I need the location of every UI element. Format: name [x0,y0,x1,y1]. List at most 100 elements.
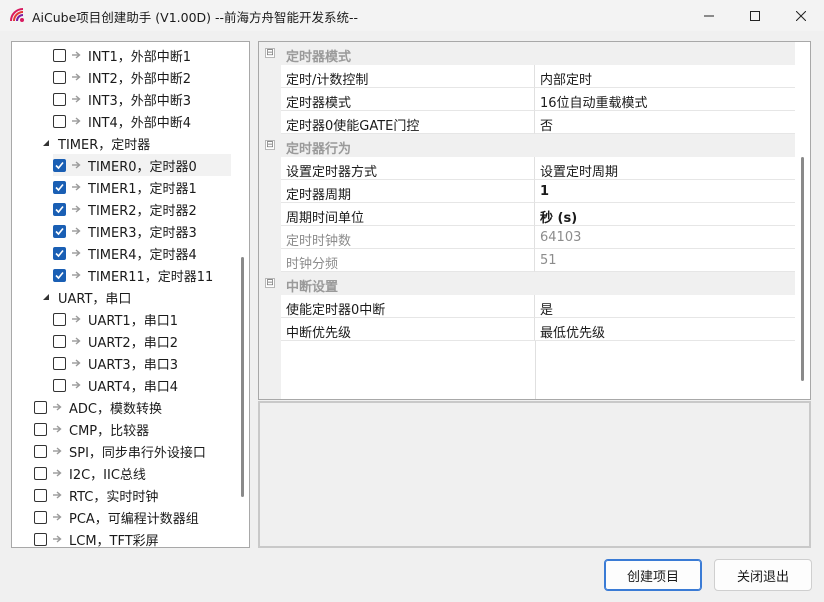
minimize-button[interactable] [686,0,732,31]
tree-item[interactable]: TIMER11，定时器11 [53,264,213,286]
window-title: AiCube项目创建助手 (V1.00D) --前海方舟智能开发系统-- [32,10,359,25]
tree-item-label: TIMER4，定时器4 [88,247,197,263]
tree-item[interactable]: PCA，可编程计数器组 [34,506,199,528]
arrow-right-icon [51,445,63,457]
property-name: 定时/计数控制 [281,65,535,88]
arrow-right-icon [70,313,82,325]
tree-item-label: UART1，串口1 [88,313,178,329]
property-row[interactable]: 定时时钟数 64103 [259,226,795,249]
tree-item-label: TIMER1，定时器1 [88,181,197,197]
tree-item[interactable]: INT1，外部中断1 [53,44,191,66]
tree-scrollbar-thumb[interactable] [241,257,244,497]
tree-item[interactable]: ADC，模数转换 [34,396,162,418]
property-row[interactable]: 周期时间单位秒 (s) [259,203,795,226]
property-value[interactable]: 否 [535,111,795,134]
expand-toggle-icon[interactable] [40,291,52,303]
tree-item-checkbox[interactable] [53,202,66,216]
tree-item-checkbox[interactable] [53,356,66,370]
tree-item-checkbox[interactable] [53,268,66,282]
expand-toggle-icon[interactable] [40,137,52,149]
collapse-toggle-icon[interactable]: ⊟ [265,48,275,58]
property-row[interactable]: 设置定时器方式 设置定时周期 [259,157,795,180]
collapse-toggle-icon[interactable]: ⊟ [265,140,275,150]
close-exit-button[interactable]: 关闭退出 [714,559,812,591]
maximize-button[interactable] [732,0,778,31]
tree-item[interactable]: RTC，实时时钟 [34,484,158,506]
tree-item[interactable]: UART3，串口3 [53,352,178,374]
tree-item-label: TIMER2，定时器2 [88,203,197,219]
tree-item-checkbox[interactable] [34,532,47,546]
property-value[interactable]: 秒 (s) [535,203,795,226]
tree-item-checkbox[interactable] [53,378,66,392]
tree-item-checkbox[interactable] [34,488,47,502]
tree-item-checkbox[interactable] [34,444,47,458]
property-value[interactable]: 最低优先级 [535,318,795,341]
peripheral-tree[interactable]: INT1，外部中断1 INT2，外部中断2 INT3，外部中断3 INT4，外部中断4… [11,41,250,548]
tree-item[interactable]: TIMER1，定时器1 [53,176,197,198]
title-bar: AiCube项目创建助手 (V1.00D) --前海方舟智能开发系统-- [0,0,824,31]
tree-group[interactable]: UART，串口 [40,286,131,308]
property-value[interactable]: 设置定时周期 [535,157,795,180]
property-scrollbar-thumb[interactable] [801,157,804,381]
tree-item[interactable]: TIMER3，定时器3 [53,220,197,242]
property-row[interactable]: 定时器0使能GATE门控否 [259,111,795,134]
tree-item[interactable]: TIMER0，定时器0 [53,154,231,176]
property-category[interactable]: ⊟ 定时器行为 [259,134,795,157]
collapse-toggle-icon[interactable]: ⊟ [265,278,275,288]
tree-item-label: TIMER3，定时器3 [88,225,197,241]
property-value[interactable]: 51 [535,249,795,272]
tree-item-checkbox[interactable] [53,48,66,62]
tree-item[interactable]: CMP，比较器 [34,418,149,440]
property-row[interactable]: 时钟分频 51 [259,249,795,272]
maximize-icon [750,10,760,21]
arrow-right-icon [70,269,82,281]
property-row[interactable]: 定时/计数控制 内部定时 [259,65,795,88]
tree-item[interactable]: INT3，外部中断3 [53,88,191,110]
tree-item[interactable]: SPI，同步串行外设接口 [34,440,206,462]
tree-item[interactable]: TIMER4，定时器4 [53,242,197,264]
tree-item-checkbox[interactable] [53,312,66,326]
property-row[interactable]: 定时器模式 16位自动重载模式 [259,88,795,111]
tree-item-checkbox[interactable] [34,400,47,414]
tree-item[interactable]: INT2，外部中断2 [53,66,191,88]
tree-item-label: UART，串口 [58,291,132,307]
tree-item-checkbox[interactable] [53,224,66,238]
tree-item[interactable]: LCM，TFT彩屏 [34,528,159,547]
close-button[interactable] [778,0,824,31]
property-row[interactable]: 定时器周期 1 [259,180,795,203]
tree-item-checkbox[interactable] [53,246,66,260]
tree-item-checkbox[interactable] [34,422,47,436]
tree-item-checkbox[interactable] [53,180,66,194]
tree-group[interactable]: TIMER，定时器 [40,132,150,154]
tree-item-checkbox[interactable] [53,70,66,84]
property-category[interactable]: ⊟ 中断设置 [259,272,795,295]
tree-item-checkbox[interactable] [34,466,47,480]
tree-item[interactable]: I2C，IIC总线 [34,462,146,484]
tree-item-checkbox[interactable] [53,158,66,172]
property-value[interactable]: 16位自动重载模式 [535,88,795,111]
tree-item[interactable]: UART4，串口4 [53,374,178,396]
arrow-right-icon [51,467,63,479]
property-value[interactable]: 1 [535,180,795,203]
property-row[interactable]: 中断优先级 最低优先级 [259,318,795,341]
tree-item-checkbox[interactable] [34,510,47,524]
property-value[interactable]: 64103 [535,226,795,249]
tree-item[interactable]: INT4，外部中断4 [53,110,191,132]
arrow-right-icon [51,401,63,413]
tree-item-checkbox[interactable] [53,92,66,106]
property-value[interactable]: 是 [535,295,795,318]
property-row[interactable]: 使能定时器0中断是 [259,295,795,318]
property-name: 时钟分频 [281,249,535,272]
tree-item[interactable]: UART2，串口2 [53,330,178,352]
property-name: 设置定时器方式 [281,157,535,180]
tree-item[interactable]: TIMER2，定时器2 [53,198,197,220]
tree-item-checkbox[interactable] [53,334,66,348]
tree-item-checkbox[interactable] [53,114,66,128]
property-category[interactable]: ⊟ 定时器模式 [259,42,795,65]
property-name: 定时时钟数 [281,226,535,249]
tree-item[interactable]: UART1，串口1 [53,308,178,330]
property-value[interactable]: 内部定时 [535,65,795,88]
tree-item-label: TIMER11，定时器11 [88,269,214,285]
create-project-button[interactable]: 创建项目 [604,559,702,591]
property-grid[interactable]: ⊟ 定时器模式 定时/计数控制 内部定时 定时器模式 16位自动重载模式 定时器0使能GAT… [258,41,811,400]
